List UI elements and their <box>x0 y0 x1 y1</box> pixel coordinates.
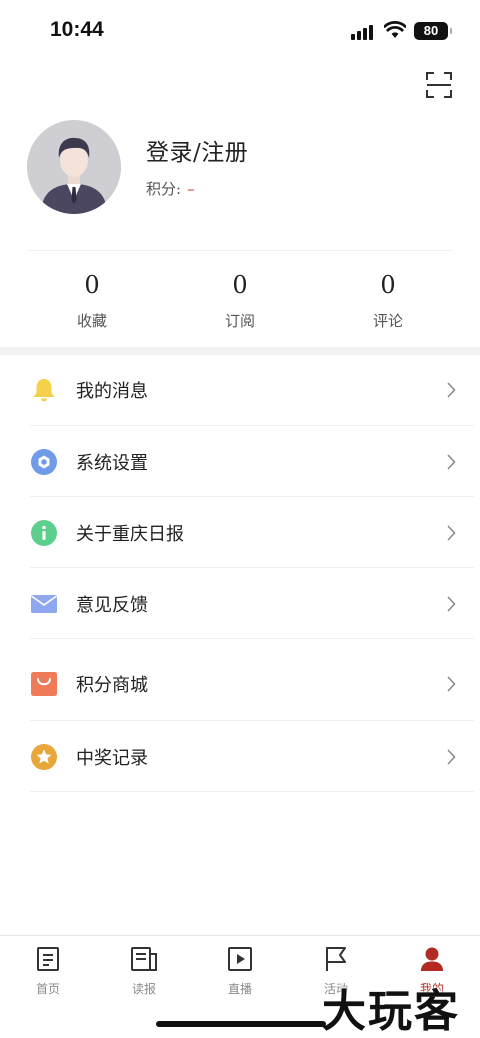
home-indicator[interactable] <box>156 1021 326 1027</box>
menu-item-points-mall[interactable]: 积分商城 <box>0 642 480 721</box>
star-badge-icon <box>31 744 57 770</box>
tab-label: 首页 <box>35 982 60 996</box>
section-gap <box>0 347 480 355</box>
info-icon <box>31 520 57 546</box>
stat-label: 收藏 <box>76 312 107 330</box>
login-register-link[interactable]: 登录/注册 <box>146 133 248 167</box>
chevron-right-icon <box>447 676 456 692</box>
flag-icon <box>326 947 346 971</box>
stat-label: 订阅 <box>224 312 255 330</box>
points-label: 积分: <box>146 180 182 198</box>
tab-read-paper[interactable]: 读报 <box>104 946 184 997</box>
person-icon <box>421 947 443 971</box>
menu-label: 中奖记录 <box>76 748 148 769</box>
newspaper-icon <box>131 947 157 971</box>
chevron-right-icon <box>447 596 456 612</box>
tab-label: 直播 <box>227 982 252 996</box>
tab-live[interactable]: 直播 <box>200 946 280 997</box>
stat-subscriptions[interactable]: 0 订阅 <box>190 268 290 331</box>
chevron-right-icon <box>447 382 456 398</box>
mail-icon <box>31 595 57 613</box>
chevron-right-icon <box>447 749 456 765</box>
menu-item-feedback[interactable]: 意见反馈 <box>0 568 480 639</box>
status-time: 10:44 <box>50 18 104 41</box>
menu-label: 意见反馈 <box>76 595 148 616</box>
chevron-right-icon <box>447 454 456 470</box>
cellular-signal-icon <box>351 24 377 40</box>
news-icon <box>37 947 59 971</box>
menu-item-messages[interactable]: 我的消息 <box>0 355 480 426</box>
battery-icon: 80 <box>414 22 452 40</box>
menu-item-about[interactable]: 关于重庆日报 <box>0 497 480 568</box>
stat-favorites[interactable]: 0 收藏 <box>42 268 142 331</box>
tab-label: 读报 <box>131 982 156 996</box>
watermark: 大玩客 <box>322 986 460 1037</box>
points-row: 积分: – <box>146 178 195 199</box>
play-icon <box>228 947 252 971</box>
stat-comments[interactable]: 0 评论 <box>338 268 438 331</box>
bell-icon <box>33 379 55 402</box>
menu-label: 关于重庆日报 <box>76 524 184 545</box>
menu-label: 积分商城 <box>76 675 148 696</box>
wifi-icon <box>384 21 406 38</box>
scan-icon[interactable] <box>426 72 452 98</box>
divider <box>27 250 453 251</box>
menu-item-settings[interactable]: 系统设置 <box>0 426 480 497</box>
stats-row: 0 收藏 0 订阅 0 评论 <box>0 268 480 338</box>
menu-label: 系统设置 <box>76 453 148 474</box>
default-avatar-icon <box>27 120 121 214</box>
menu-label: 我的消息 <box>76 381 148 402</box>
chevron-right-icon <box>447 525 456 541</box>
avatar[interactable] <box>27 120 121 214</box>
stat-value: 0 <box>380 271 396 299</box>
tab-home[interactable]: 首页 <box>8 946 88 997</box>
stat-value: 0 <box>84 271 100 299</box>
settings-icon <box>31 449 57 475</box>
points-value: – <box>187 180 195 198</box>
shopping-bag-icon <box>31 672 57 696</box>
menu-item-prize-records[interactable]: 中奖记录 <box>0 721 480 792</box>
status-bar: 10:44 80 <box>0 0 480 62</box>
stat-value: 0 <box>232 271 248 299</box>
stat-label: 评论 <box>372 312 403 330</box>
